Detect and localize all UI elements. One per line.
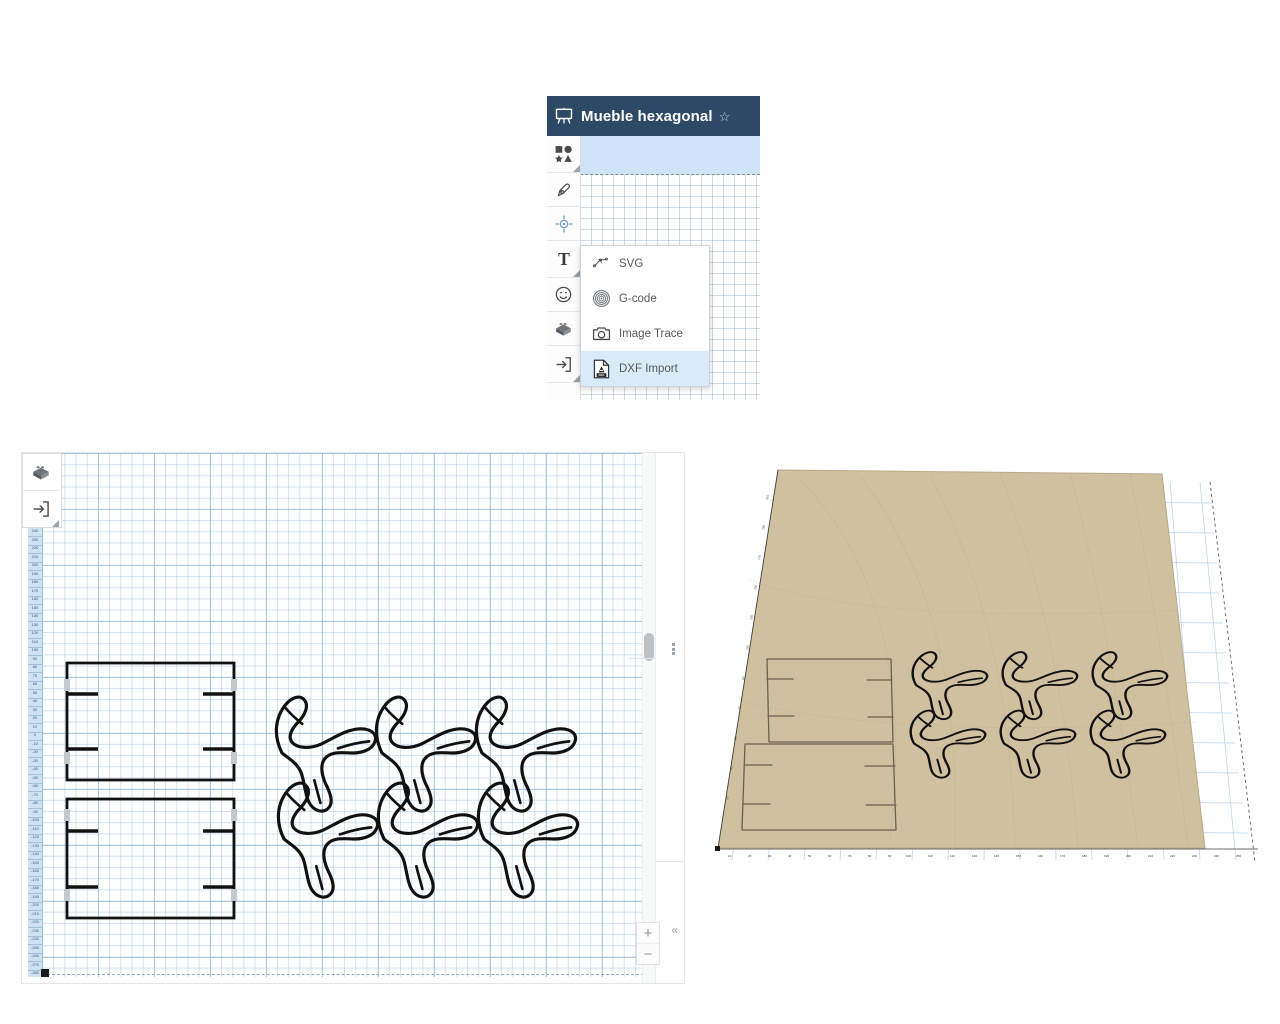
svg-text:190: 190 (761, 524, 766, 530)
spiral-icon (591, 289, 611, 309)
svg-text:210: 210 (765, 494, 770, 500)
menu-item-label: Image Trace (619, 327, 683, 340)
design-canvas-panel: 240 230 220 210 200 190 180 170 160 150 140 130 120 1… (21, 452, 685, 984)
svg-text:210: 210 (1148, 854, 1153, 858)
app-header: Mueble hexagonal ☆ (547, 96, 760, 136)
sidebar-item-text[interactable]: T (547, 241, 580, 278)
svg-text:130: 130 (972, 854, 977, 858)
design-geometry[interactable] (22, 453, 684, 983)
submenu-corner-icon (573, 165, 580, 172)
panel-divider (628, 658, 656, 659)
chevron-double-left-icon[interactable]: « (671, 923, 678, 937)
right-side-panel: « (656, 453, 684, 983)
panel-divider-lower (656, 861, 684, 862)
origin-marker[interactable] (41, 969, 49, 977)
tessellation-shapes[interactable] (271, 687, 587, 903)
svg-text:240: 240 (1214, 854, 1219, 858)
svg-text:60: 60 (828, 854, 832, 858)
work-area-boundary (42, 974, 664, 975)
svg-text:130: 130 (749, 614, 754, 620)
svg-text:T: T (558, 249, 570, 269)
menu-item-image-trace[interactable]: Image Trace (581, 316, 709, 351)
svg-text:40: 40 (788, 854, 792, 858)
menu-item-svg[interactable]: SVG (581, 246, 709, 281)
menu-item-gcode[interactable]: G-code (581, 281, 709, 316)
scrollbar-thumb[interactable] (644, 633, 654, 661)
canvas-scrollbar[interactable] (642, 453, 656, 983)
svg-text:250: 250 (1236, 854, 1241, 858)
sidebar-item-objects[interactable] (547, 312, 580, 346)
svg-text:10: 10 (728, 854, 732, 858)
svg-text:80: 80 (868, 854, 872, 858)
menu-item-label: SVG (619, 257, 644, 270)
svg-text:180: 180 (1082, 854, 1087, 858)
star-icon[interactable]: ☆ (719, 110, 731, 123)
submenu-corner-icon (573, 375, 580, 382)
svg-text:150: 150 (753, 584, 758, 590)
svg-text:110: 110 (928, 854, 933, 858)
canvas-tool-group (22, 453, 62, 528)
sidebar-item-pen[interactable] (547, 173, 580, 207)
svg-text:170: 170 (1060, 854, 1065, 858)
svg-text:DXF: DXF (598, 373, 604, 377)
menu-item-label: DXF Import (619, 362, 678, 375)
sidebar-item-shapes[interactable] (547, 136, 580, 173)
svg-text:90: 90 (888, 854, 892, 858)
svg-text:200: 200 (1126, 854, 1131, 858)
sidebar-item-apps[interactable] (547, 278, 580, 312)
svg-text:150: 150 (1016, 854, 1021, 858)
svg-text:140: 140 (994, 854, 999, 858)
svg-text:30: 30 (768, 854, 772, 858)
3d-preview-scene[interactable]: 210 190 170 150 130 110 90 70 50 30 10 1… (710, 460, 1272, 880)
menu-item-dxf-import[interactable]: DXF DXF Import (581, 351, 709, 386)
rect-panel-1[interactable] (64, 661, 237, 782)
svg-text:70: 70 (848, 854, 852, 858)
sidebar-item-import[interactable] (547, 346, 580, 383)
svg-text:50: 50 (808, 854, 812, 858)
sidebar-item-drill[interactable] (547, 207, 580, 241)
submenu-corner-icon (573, 270, 580, 277)
panel-drag-handle[interactable] (672, 643, 676, 655)
canvas-objects-tool[interactable] (23, 454, 59, 491)
submenu-corner-icon (52, 520, 59, 527)
camera-icon (591, 324, 611, 344)
zoom-out-button[interactable]: − (637, 944, 659, 964)
svg-text:20: 20 (748, 854, 752, 858)
menu-item-label: G-code (619, 292, 657, 305)
svg-text:120: 120 (950, 854, 955, 858)
zoom-in-button[interactable]: + (637, 923, 659, 944)
selection-band[interactable] (580, 136, 760, 175)
svg-text:160: 160 (1038, 854, 1043, 858)
svg-text:170: 170 (757, 554, 762, 560)
svg-text:230: 230 (1192, 854, 1197, 858)
zoom-controls: + − (636, 922, 660, 965)
svg-text:100: 100 (906, 854, 911, 858)
import-dropdown-menu[interactable]: SVG G-code Image Trace DXF DXF Import (580, 245, 710, 387)
svg-text:190: 190 (1104, 854, 1109, 858)
svg-path-icon (591, 254, 611, 274)
left-toolbar: T (547, 136, 581, 400)
canvas-import-tool[interactable] (23, 491, 59, 527)
svg-text:220: 220 (1170, 854, 1175, 858)
dxf-file-icon: DXF (591, 359, 611, 379)
page-title: Mueble hexagonal (581, 107, 713, 125)
rect-panel-2[interactable] (64, 797, 237, 920)
3d-preview-panel[interactable]: 210 190 170 150 130 110 90 70 50 30 10 1… (710, 460, 1272, 880)
easel-project-icon (547, 96, 581, 136)
